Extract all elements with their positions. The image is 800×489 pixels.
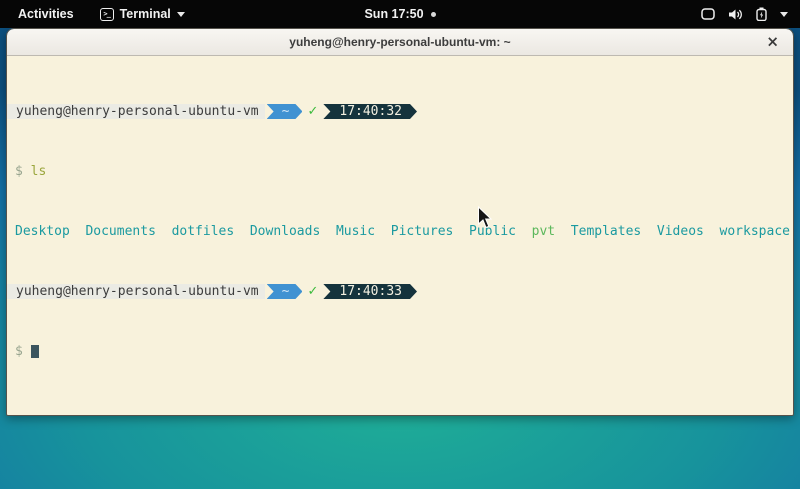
typed-command: ls [31, 164, 47, 179]
display-icon [701, 8, 715, 20]
ls-entry: Desktop [15, 224, 70, 239]
shell-prompt-symbol: $ [15, 344, 23, 359]
ls-entry: dotfiles [172, 224, 235, 239]
chevron-down-icon [177, 12, 185, 17]
notification-dot-icon [431, 12, 436, 17]
ls-output-line: Desktop Documents dotfiles Downloads Mus… [7, 224, 793, 239]
terminal-window: yuheng@henry-personal-ubuntu-vm: ~ × yuh… [6, 28, 794, 416]
prompt-cwd-segment: ~ [267, 284, 303, 299]
app-menu-terminal[interactable]: >_ Terminal [100, 7, 185, 21]
prompt-userhost: yuheng@henry-personal-ubuntu-vm [7, 284, 265, 299]
system-status-area[interactable] [701, 0, 800, 28]
ls-entry: Documents [85, 224, 155, 239]
status-check-icon: ✓ [307, 284, 318, 299]
prompt-cwd-segment: ~ [267, 104, 303, 119]
chevron-down-icon [780, 12, 788, 17]
ls-entry: workspace [720, 224, 790, 239]
ls-entry: Templates [571, 224, 641, 239]
prompt-time-segment: 17:40:32 [323, 104, 417, 119]
top-bar: Activities >_ Terminal Sun 17:50 [0, 0, 800, 28]
ls-entry: Downloads [250, 224, 320, 239]
ls-entry: pvt [532, 224, 555, 239]
terminal-content[interactable]: yuheng@henry-personal-ubuntu-vm~✓17:40:3… [7, 56, 793, 415]
terminal-app-icon: >_ [100, 8, 114, 21]
battery-charging-icon [756, 7, 767, 21]
activities-button[interactable]: Activities [10, 7, 82, 21]
prompt-line: yuheng@henry-personal-ubuntu-vm~ ✓ 17:40:3… [7, 104, 793, 119]
clock-label[interactable]: Sun 17:50 [364, 7, 423, 21]
ls-entry: Pictures [391, 224, 454, 239]
close-icon[interactable]: × [766, 35, 779, 50]
prompt-line: yuheng@henry-personal-ubuntu-vm~ ✓ 17:40:3… [7, 284, 793, 299]
command-line: $ ls [7, 164, 793, 179]
ls-entry: Videos [657, 224, 704, 239]
window-titlebar[interactable]: yuheng@henry-personal-ubuntu-vm: ~ × [7, 29, 793, 56]
status-check-icon: ✓ [307, 104, 318, 119]
volume-icon [728, 8, 743, 21]
mouse-pointer-icon [477, 206, 493, 235]
shell-prompt-symbol: $ [15, 164, 23, 179]
input-line[interactable]: $ [7, 344, 793, 359]
prompt-time-segment: 17:40:33 [323, 284, 417, 299]
ls-entry: Music [336, 224, 375, 239]
terminal-cursor [31, 345, 39, 358]
window-title: yuheng@henry-personal-ubuntu-vm: ~ [289, 35, 510, 49]
app-menu-label: Terminal [120, 7, 171, 21]
prompt-userhost: yuheng@henry-personal-ubuntu-vm [7, 104, 265, 119]
